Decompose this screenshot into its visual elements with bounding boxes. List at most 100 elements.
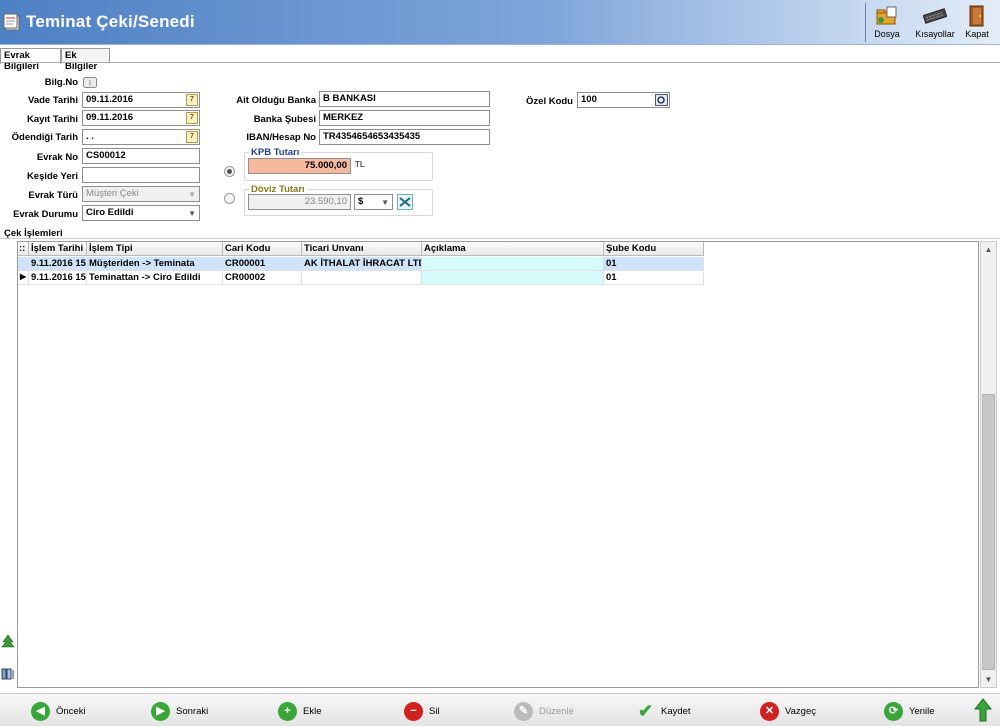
vazgec-button[interactable]: ✕ Vazgeç bbox=[760, 700, 816, 722]
info-icon[interactable]: i bbox=[83, 77, 97, 88]
toolbar-kisayollar-label: Kısayollar bbox=[915, 29, 955, 39]
evrak-turu-value: Müşteri Çeki bbox=[86, 188, 139, 199]
doviz-amount-field[interactable]: 23.590,10 bbox=[248, 194, 351, 210]
minus-icon: − bbox=[404, 701, 423, 721]
refresh-icon: ⟳ bbox=[884, 701, 903, 721]
doviz-amount-value: 23.590,10 bbox=[304, 196, 347, 207]
cell-islem-tipi: Teminattan -> Ciro Edildi bbox=[87, 271, 223, 285]
grid-vertical-scrollbar[interactable]: ▲ ▼ bbox=[980, 241, 997, 688]
cancel-icon: ✕ bbox=[760, 701, 779, 721]
lookup-icon[interactable] bbox=[655, 94, 668, 106]
ait-banka-field[interactable]: B BANKASI bbox=[319, 91, 490, 107]
table-row[interactable]: 9.11.2016 15 Müşteriden -> Teminata CR00… bbox=[18, 257, 704, 271]
cell-islem-tarihi: 9.11.2016 15 bbox=[29, 257, 87, 271]
evrak-no-label: Evrak No bbox=[36, 152, 78, 163]
evrak-durumu-value: Ciro Edildi bbox=[86, 207, 134, 218]
cell-cari-kodu: CR00002 bbox=[223, 271, 302, 285]
chevron-down-icon: ▼ bbox=[188, 209, 196, 218]
keyboard-icon bbox=[923, 8, 947, 24]
edit-icon: ✎ bbox=[514, 701, 533, 721]
tree-icon[interactable] bbox=[1, 634, 15, 648]
vade-tarihi-value: 09.11.2016 bbox=[86, 94, 134, 105]
column-header-ticari-unvani[interactable]: Ticari Unvanı bbox=[302, 242, 422, 256]
evrak-no-field[interactable]: CS00012 bbox=[82, 148, 200, 164]
toolbar-kapat-button[interactable]: Kapat bbox=[961, 2, 993, 43]
ozel-kodu-value: 100 bbox=[581, 94, 597, 105]
check-icon: ✔ bbox=[637, 700, 654, 721]
banka-subesi-field[interactable]: MERKEZ bbox=[319, 110, 490, 126]
toolbar-kisayollar-button[interactable]: Kısayollar bbox=[913, 2, 957, 43]
onceki-label: Önceki bbox=[56, 705, 86, 717]
banka-subesi-value: MERKEZ bbox=[323, 112, 364, 123]
evrak-durumu-select[interactable]: Ciro Edildi ▼ bbox=[82, 205, 200, 221]
ekle-label: Ekle bbox=[303, 705, 322, 717]
kpb-radio[interactable] bbox=[224, 166, 235, 177]
vade-tarihi-label: Vade Tarihi bbox=[28, 95, 78, 106]
vazgec-label: Vazgeç bbox=[785, 705, 816, 717]
arrow-right-icon: ▶ bbox=[151, 701, 170, 721]
iban-value: TR4354654653435435 bbox=[323, 131, 421, 142]
kaydet-button[interactable]: ✔ Kaydet bbox=[636, 700, 691, 722]
calendar-icon[interactable]: 7 bbox=[186, 131, 198, 143]
arrow-up-icon[interactable] bbox=[974, 698, 992, 722]
kpb-amount-field[interactable]: 75.000,00 bbox=[248, 158, 351, 174]
column-header-islem-tipi[interactable]: İşlem Tipi bbox=[87, 242, 223, 256]
keside-yeri-label: Keşide Yeri bbox=[26, 171, 78, 182]
doviz-radio[interactable] bbox=[224, 193, 235, 204]
kpb-amount-value: 75.000,00 bbox=[304, 160, 347, 171]
evrak-turu-label: Evrak Türü bbox=[28, 190, 78, 201]
columns-icon[interactable] bbox=[1, 667, 15, 681]
document-icon bbox=[3, 13, 20, 31]
cell-aciklama[interactable] bbox=[422, 257, 604, 271]
ozel-kodu-label: Özel Kodu bbox=[526, 96, 573, 107]
iban-field[interactable]: TR4354654653435435 bbox=[319, 129, 490, 145]
yenile-label: Yenile bbox=[909, 705, 935, 717]
door-exit-icon bbox=[969, 5, 984, 27]
cell-cari-kodu: CR00001 bbox=[223, 257, 302, 271]
sil-button[interactable]: − Sil bbox=[404, 700, 440, 722]
vade-tarihi-field[interactable]: 09.11.2016 bbox=[82, 92, 200, 108]
doviz-currency-select[interactable]: $ ▼ bbox=[354, 194, 393, 210]
column-header-cari-kodu[interactable]: Cari Kodu bbox=[223, 242, 302, 256]
kayit-tarihi-field[interactable]: 09.11.2016 bbox=[82, 110, 200, 126]
cell-islem-tipi: Müşteriden -> Teminata bbox=[87, 257, 223, 271]
grid-header: :: İşlem Tarihi İşlem Tipi Cari Kodu Tic… bbox=[18, 242, 704, 256]
currency-tl-icon: TL bbox=[355, 160, 365, 169]
column-header-islem-tarihi[interactable]: İşlem Tarihi bbox=[29, 242, 87, 256]
column-header-aciklama[interactable]: Açıklama bbox=[422, 242, 604, 256]
exchange-rate-icon[interactable] bbox=[397, 194, 413, 210]
chevron-down-icon: ▼ bbox=[381, 198, 389, 207]
odendigi-tarih-field[interactable]: . . bbox=[82, 129, 200, 145]
row-indicator bbox=[18, 257, 29, 271]
sonraki-button[interactable]: ▶ Sonraki bbox=[151, 700, 208, 722]
column-header-sube-kodu[interactable]: Şube Kodu bbox=[604, 242, 704, 256]
banka-subesi-label: Banka Şubesi bbox=[253, 114, 316, 125]
cell-sube-kodu: 01 bbox=[604, 257, 704, 271]
scroll-up-icon[interactable]: ▲ bbox=[981, 242, 996, 257]
plus-icon: + bbox=[278, 701, 297, 721]
cell-aciklama[interactable] bbox=[422, 271, 604, 285]
scrollbar-thumb[interactable] bbox=[982, 394, 995, 670]
calendar-icon[interactable]: 7 bbox=[186, 112, 198, 124]
tab-ek-bilgiler[interactable]: Ek Bilgiler bbox=[61, 48, 110, 72]
toolbar-separator bbox=[865, 3, 866, 42]
grid-corner[interactable]: :: bbox=[18, 242, 29, 256]
ait-banka-value: B BANKASI bbox=[323, 93, 376, 104]
keside-yeri-field[interactable] bbox=[82, 167, 200, 183]
yenile-button[interactable]: ⟳ Yenile bbox=[884, 700, 935, 722]
svg-text:i: i bbox=[89, 80, 91, 88]
ekle-button[interactable]: + Ekle bbox=[278, 700, 321, 722]
table-row[interactable]: ▶ 9.11.2016 15 Teminattan -> Ciro Edildi… bbox=[18, 271, 704, 285]
toolbar-dosya-button[interactable]: Dosya bbox=[868, 2, 906, 43]
toolbar-kapat-label: Kapat bbox=[965, 29, 989, 39]
toolbar-dosya-label: Dosya bbox=[874, 29, 900, 39]
scroll-down-icon[interactable]: ▼ bbox=[981, 672, 996, 687]
cell-ticari-unvani bbox=[302, 271, 422, 285]
duzenle-button[interactable]: ✎ Düzenle bbox=[514, 700, 574, 722]
cell-sube-kodu: 01 bbox=[604, 271, 704, 285]
evrak-turu-select[interactable]: Müşteri Çeki ▼ bbox=[82, 186, 200, 202]
onceki-button[interactable]: ◀ Önceki bbox=[31, 700, 86, 722]
calendar-icon[interactable]: 7 bbox=[186, 94, 198, 106]
ait-banka-label: Ait Olduğu Banka bbox=[236, 95, 316, 106]
kayit-tarihi-value: 09.11.2016 bbox=[86, 112, 134, 123]
